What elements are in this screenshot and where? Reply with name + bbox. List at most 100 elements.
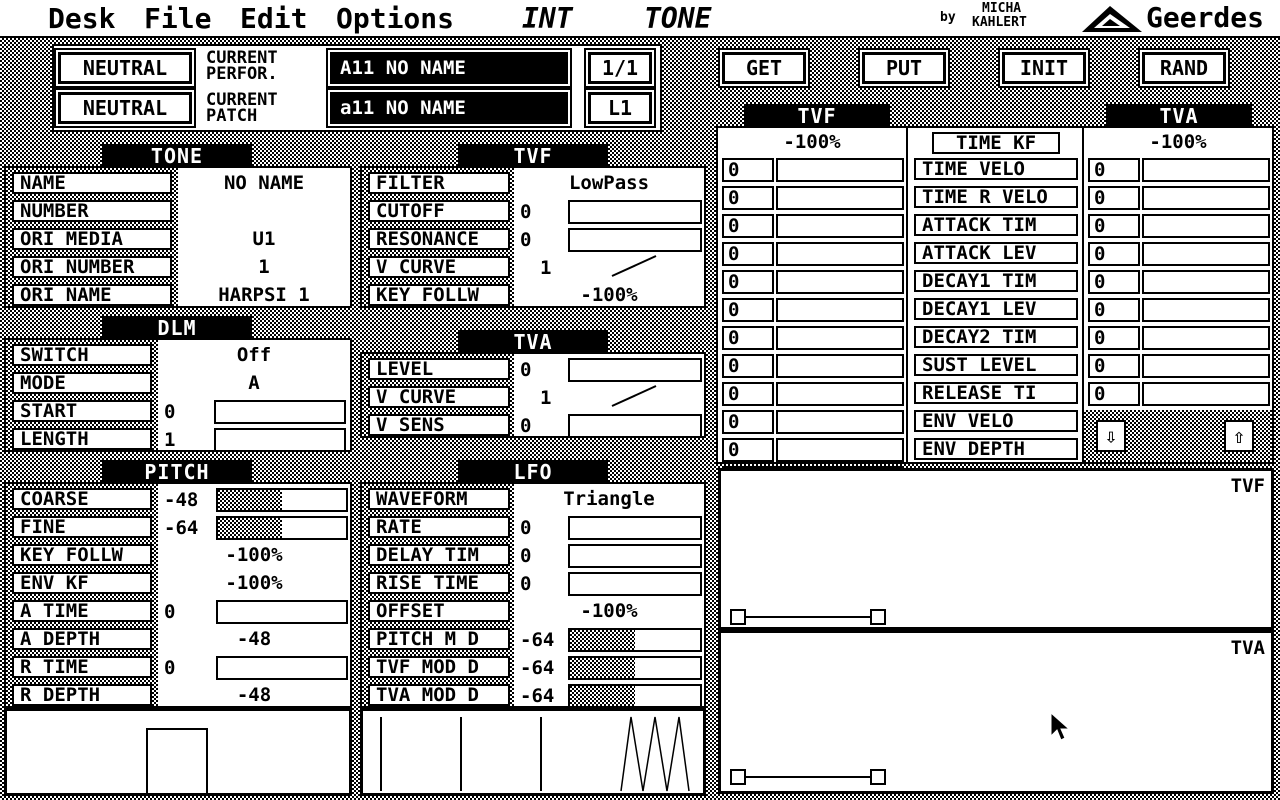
tva-vcurve-value[interactable]: 1 [536, 386, 576, 410]
lfo-delay-slider[interactable] [568, 544, 702, 568]
neutral-button-1[interactable]: NEUTRAL [58, 52, 192, 84]
tone-number-value[interactable] [178, 198, 350, 224]
env-tva-slider[interactable] [1142, 354, 1270, 378]
env-tva-slider[interactable] [1142, 242, 1270, 266]
pitch-coarse-label: COARSE [12, 488, 152, 510]
lfo-tvamod-slider[interactable] [568, 684, 702, 708]
pitch-atime-slider[interactable] [216, 600, 348, 624]
lfo-tvamod-fill [570, 686, 635, 706]
lfo-waveform-label: WAVEFORM [368, 488, 510, 510]
env-param-label: ENV DEPTH [914, 438, 1078, 460]
tva-level-slider[interactable] [568, 358, 702, 382]
tone-number-label: NUMBER [12, 200, 172, 222]
env-tvf-slider[interactable] [776, 382, 904, 406]
credit-by: by [940, 10, 956, 25]
env-tvf-column: -100% 00000000000-64 [716, 126, 908, 490]
mode-tone-label[interactable]: TONE [644, 2, 711, 36]
pitch-envkf-value[interactable]: -100% [158, 570, 350, 596]
pitch-rtime-slider[interactable] [216, 656, 348, 680]
pitch-rdepth-value[interactable]: -48 [158, 682, 350, 708]
tone-name-value[interactable]: NO NAME [178, 170, 350, 196]
env-param-label: TIME R VELO [914, 186, 1078, 208]
pitch-fine-slider[interactable] [216, 516, 348, 540]
env-tvf-slider[interactable] [776, 354, 904, 378]
env-tva-slider[interactable] [1142, 270, 1270, 294]
tvf-keyfollow-value[interactable]: -100% [514, 282, 704, 308]
mode-int-label[interactable]: INT [522, 2, 573, 36]
env-tvf-slider[interactable] [776, 158, 904, 182]
env-tva-slider[interactable] [1142, 214, 1270, 238]
env-tvf-slider[interactable] [776, 242, 904, 266]
tone-ori-name-value[interactable]: HARPSI 1 [178, 282, 350, 308]
env-tvf-value: 0 [722, 354, 774, 378]
get-button[interactable]: GET [722, 52, 806, 84]
lfo-rate-slider[interactable] [568, 516, 702, 540]
tvf-filter-value[interactable]: LowPass [514, 170, 704, 196]
patch-part-button[interactable]: L1 [588, 92, 652, 124]
env-tvf-slider[interactable] [776, 214, 904, 238]
lfo-tvfmod-value: -64 [520, 657, 555, 679]
dlm-length-slider[interactable] [214, 428, 346, 452]
menu-edit[interactable]: Edit [240, 2, 307, 36]
env-tva-value: 0 [1088, 298, 1140, 322]
tone-ori-media-value[interactable]: U1 [178, 226, 350, 252]
lfo-panel: WAVEFORM RATE DELAY TIM RISE TIME OFFSET… [360, 482, 706, 708]
tvf-vcurve-value[interactable]: 1 [536, 256, 576, 280]
lfo-tvamod-label: TVA MOD D [368, 684, 510, 706]
tvf-resonance-slider[interactable] [568, 228, 702, 252]
put-button[interactable]: PUT [862, 52, 946, 84]
env-time-kf-label: TIME KF [932, 132, 1060, 154]
pitch-adepth-value[interactable]: -48 [158, 626, 350, 652]
scroll-down-icon[interactable]: ⇩ [1096, 420, 1126, 452]
dlm-length-label: LENGTH [12, 428, 152, 450]
env-tva-slider[interactable] [1142, 326, 1270, 350]
env-tvf-slider[interactable] [776, 438, 904, 462]
current-performance-field[interactable]: A11 NO NAME [330, 52, 568, 84]
lfo-pitchmod-label: PITCH M D [368, 628, 510, 650]
rand-button[interactable]: RAND [1142, 52, 1226, 84]
tvf-cutoff-slider[interactable] [568, 200, 702, 224]
env-tvf-slider[interactable] [776, 270, 904, 294]
lfo-offset-value[interactable]: -100% [514, 598, 704, 624]
tone-ori-number-value[interactable]: 1 [178, 254, 350, 280]
menu-file[interactable]: File [144, 2, 211, 36]
lfo-waveform-value[interactable]: Triangle [514, 486, 704, 512]
env-tvf-slider[interactable] [776, 326, 904, 350]
tva-vsens-slider[interactable] [568, 414, 702, 438]
pitch-atime-label: A TIME [12, 600, 152, 622]
dlm-switch-value[interactable]: Off [158, 342, 350, 368]
pitch-rdepth-label: R DEPTH [12, 684, 152, 706]
menu-options[interactable]: Options [336, 2, 454, 36]
lfo-pitchmod-slider[interactable] [568, 628, 702, 652]
env-tvf-slider[interactable] [776, 186, 904, 210]
lfo-rate-value: 0 [520, 517, 532, 539]
scroll-up-icon[interactable]: ⇧ [1224, 420, 1254, 452]
dlm-mode-value[interactable]: A [158, 370, 350, 396]
menu-desk[interactable]: Desk [48, 2, 115, 36]
tva-panel: LEVEL V CURVE V SENS 0 1 0 [360, 352, 706, 438]
neutral-button-2[interactable]: NEUTRAL [58, 92, 192, 124]
env-tva-value: 0 [1088, 326, 1140, 350]
performance-part-button[interactable]: 1/1 [588, 52, 652, 84]
env-tvf-top-value[interactable]: -100% [718, 130, 906, 154]
tva-level-value: 0 [520, 359, 532, 381]
current-patch-field[interactable]: a11 NO NAME [330, 92, 568, 124]
lfo-tvfmod-label: TVF MOD D [368, 656, 510, 678]
lfo-tvfmod-slider[interactable] [568, 656, 702, 680]
env-tva-slider[interactable] [1142, 298, 1270, 322]
env-tvf-slider[interactable] [776, 410, 904, 434]
pitch-keyfollow-value[interactable]: -100% [158, 542, 350, 568]
pitch-coarse-value: -48 [164, 489, 199, 511]
lfo-delay-label: DELAY TIM [368, 544, 510, 566]
env-tvf-slider[interactable] [776, 298, 904, 322]
env-tva-slider[interactable] [1142, 158, 1270, 182]
pitch-coarse-slider[interactable] [216, 488, 348, 512]
init-button[interactable]: INIT [1002, 52, 1086, 84]
tva-vsens-label: V SENS [368, 414, 510, 436]
env-tva-top-value[interactable]: -100% [1084, 130, 1272, 154]
env-tva-slider[interactable] [1142, 382, 1270, 406]
lfo-rise-slider[interactable] [568, 572, 702, 596]
env-param-label: DECAY1 LEV [914, 298, 1078, 320]
dlm-start-slider[interactable] [214, 400, 346, 424]
env-tva-slider[interactable] [1142, 186, 1270, 210]
